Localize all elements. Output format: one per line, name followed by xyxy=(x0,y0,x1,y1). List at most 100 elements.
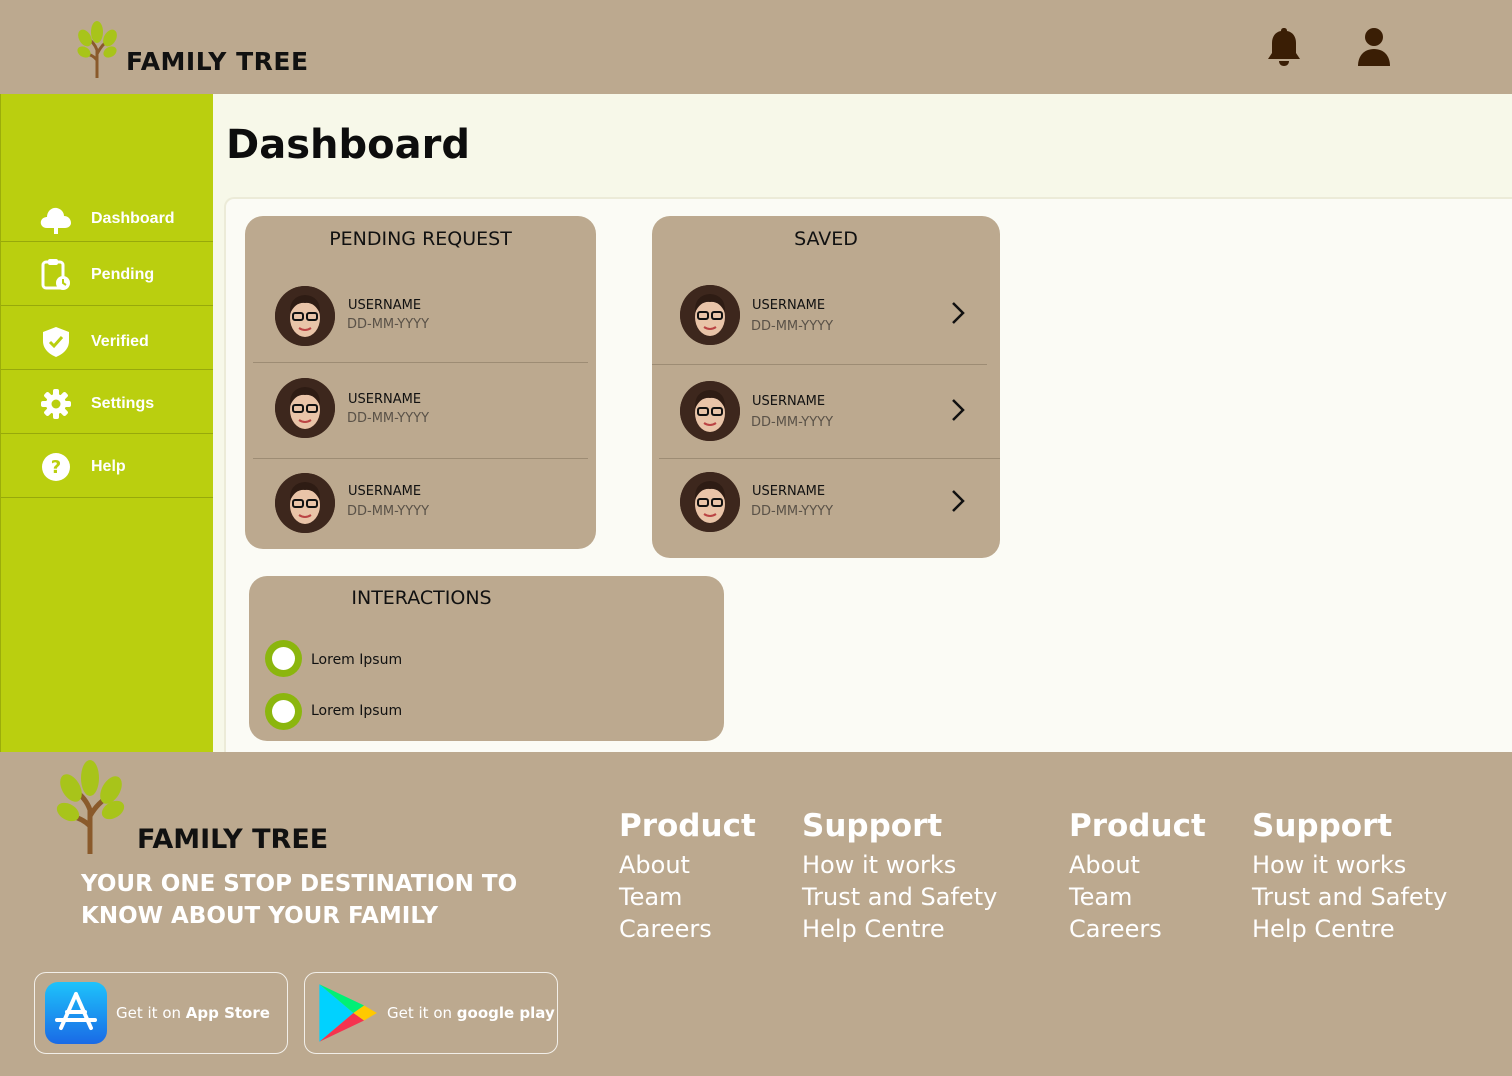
date: DD-MM-YYYY xyxy=(347,504,430,519)
avatar xyxy=(680,381,740,441)
footer-link-how-it-works[interactable]: How it works xyxy=(802,849,997,881)
tree-logo-icon xyxy=(77,21,117,78)
footer-heading: Product xyxy=(619,808,756,844)
footer-column-support: Support How it works Trust and Safety He… xyxy=(1252,808,1447,945)
interaction-label: Lorem Ipsum xyxy=(311,703,403,719)
clipboard-clock-icon xyxy=(39,258,73,292)
footer-heading: Product xyxy=(1069,808,1206,844)
divider xyxy=(253,458,588,459)
radio-button[interactable] xyxy=(265,640,302,677)
shield-check-icon xyxy=(39,325,73,359)
store-prefix: Get it on xyxy=(116,1004,186,1022)
username: USERNAME xyxy=(752,298,826,313)
sidebar-item-label: Help xyxy=(91,458,126,475)
list-item[interactable]: USERNAME DD-MM-YYYY xyxy=(253,367,588,461)
date: DD-MM-YYYY xyxy=(347,317,430,332)
footer-link-team[interactable]: Team xyxy=(619,881,756,913)
help-icon: ? xyxy=(39,450,73,484)
footer: FAMILY TREE YOUR ONE STOP DESTINATION TO… xyxy=(0,752,1512,1076)
username: USERNAME xyxy=(348,392,422,407)
divider xyxy=(1,433,214,434)
top-header: FAMILY TREE xyxy=(0,0,1512,94)
footer-tagline: YOUR ONE STOP DESTINATION TO KNOW ABOUT … xyxy=(81,871,518,929)
username: USERNAME xyxy=(752,394,826,409)
date: DD-MM-YYYY xyxy=(347,411,430,426)
sidebar-item-label: Dashboard xyxy=(91,210,175,227)
footer-link-team[interactable]: Team xyxy=(1069,881,1206,913)
sidebar-item-verified[interactable]: Verified xyxy=(1,325,214,359)
divider xyxy=(1,369,214,370)
app-store-label: Get it on App Store xyxy=(116,1004,270,1022)
avatar xyxy=(680,285,740,345)
user-profile-icon[interactable] xyxy=(1354,26,1394,68)
footer-heading: Support xyxy=(1252,808,1393,844)
store-name: google play xyxy=(456,1004,555,1022)
cloud-icon xyxy=(39,202,73,236)
google-play-label: Get it on google play xyxy=(387,1004,555,1022)
content-panel: PENDING REQUEST USERNAME DD-MM-YYYY USER… xyxy=(224,197,1512,753)
divider xyxy=(1,305,214,306)
divider xyxy=(253,362,588,363)
divider xyxy=(1,497,214,498)
date: DD-MM-YYYY xyxy=(751,504,834,519)
card-title: INTERACTIONS xyxy=(351,587,492,609)
sidebar-item-dashboard[interactable]: Dashboard xyxy=(1,202,214,236)
google-play-button[interactable]: Get it on google play xyxy=(304,972,558,1054)
app-name: FAMILY TREE xyxy=(126,47,309,76)
card-title: PENDING REQUEST xyxy=(329,228,512,250)
store-prefix: Get it on xyxy=(387,1004,457,1022)
tree-logo-icon xyxy=(56,760,125,854)
username: USERNAME xyxy=(348,298,422,313)
footer-link-about[interactable]: About xyxy=(1069,849,1206,881)
avatar xyxy=(275,378,335,438)
interaction-label: Lorem Ipsum xyxy=(311,652,403,668)
footer-link-help-centre[interactable]: Help Centre xyxy=(1252,913,1447,945)
chevron-right-icon[interactable] xyxy=(948,397,968,423)
footer-link-how-it-works[interactable]: How it works xyxy=(1252,849,1447,881)
footer-link-trust-safety[interactable]: Trust and Safety xyxy=(1252,881,1447,913)
card-title: SAVED xyxy=(794,228,858,250)
chevron-right-icon[interactable] xyxy=(948,300,968,326)
username: USERNAME xyxy=(752,484,826,499)
sidebar-item-pending[interactable]: Pending xyxy=(1,258,214,292)
footer-link-careers[interactable]: Careers xyxy=(619,913,756,945)
app-store-icon xyxy=(45,982,107,1044)
date: DD-MM-YYYY xyxy=(751,319,834,334)
divider xyxy=(659,458,1000,459)
chevron-right-icon[interactable] xyxy=(948,488,968,514)
date: DD-MM-YYYY xyxy=(751,415,834,430)
footer-link-careers[interactable]: Careers xyxy=(1069,913,1206,945)
google-play-icon xyxy=(319,984,377,1042)
footer-link-trust-safety[interactable]: Trust and Safety xyxy=(802,881,997,913)
bell-icon[interactable] xyxy=(1264,26,1304,68)
username: USERNAME xyxy=(348,484,422,499)
page-title: Dashboard xyxy=(226,122,470,168)
footer-link-about[interactable]: About xyxy=(619,849,756,881)
list-item[interactable]: USERNAME DD-MM-YYYY xyxy=(253,461,588,549)
interactions-card: INTERACTIONS Lorem Ipsum Lorem Ipsum xyxy=(249,576,724,741)
pending-request-card: PENDING REQUEST USERNAME DD-MM-YYYY USER… xyxy=(245,216,596,549)
saved-list-item[interactable]: USERNAME DD-MM-YYYY xyxy=(652,270,979,364)
sidebar-item-label: Verified xyxy=(91,333,149,350)
sidebar-item-settings[interactable]: Settings xyxy=(1,387,214,421)
avatar xyxy=(275,473,335,533)
footer-column-product: Product About Team Careers xyxy=(619,808,756,945)
svg-text:?: ? xyxy=(51,457,61,478)
saved-card: SAVED USERNAME DD-MM-YYYY USERNAME DD-MM… xyxy=(652,216,1000,558)
app-store-button[interactable]: Get it on App Store xyxy=(34,972,288,1054)
sidebar: Dashboard Pending Verified Settings ? He… xyxy=(0,94,214,752)
main-area: Dashboard PENDING REQUEST USERNAME DD-MM… xyxy=(213,94,1512,753)
footer-link-help-centre[interactable]: Help Centre xyxy=(802,913,997,945)
saved-list-item[interactable]: USERNAME DD-MM-YYYY xyxy=(652,366,979,460)
sidebar-item-help[interactable]: ? Help xyxy=(1,450,214,484)
divider xyxy=(652,364,987,365)
footer-app-name: FAMILY TREE xyxy=(137,824,329,855)
saved-list-item[interactable]: USERNAME DD-MM-YYYY xyxy=(652,460,979,550)
list-item[interactable]: USERNAME DD-MM-YYYY xyxy=(253,273,588,367)
avatar xyxy=(275,286,335,346)
radio-button[interactable] xyxy=(265,693,302,730)
avatar xyxy=(680,472,740,532)
footer-column-product: Product About Team Careers xyxy=(1069,808,1206,945)
header-logo[interactable]: FAMILY TREE xyxy=(76,20,309,78)
sidebar-item-label: Settings xyxy=(91,395,155,412)
